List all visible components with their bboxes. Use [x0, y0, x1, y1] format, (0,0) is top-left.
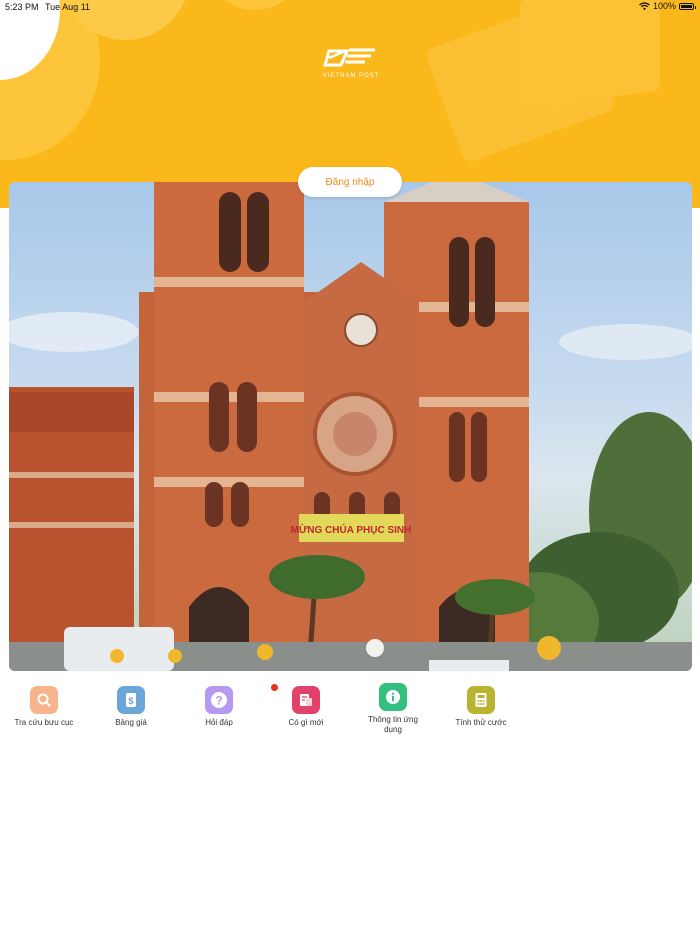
menu-item-co-gi-moi[interactable]: Có gì mới	[261, 684, 351, 728]
wifi-icon	[639, 2, 650, 10]
login-button[interactable]: Đăng nhập	[298, 167, 402, 197]
menu-label: Có gì mới	[288, 718, 324, 727]
status-right: 100%	[639, 1, 696, 11]
status-date: Tue Aug 11	[45, 2, 91, 12]
menu-label: Bảng giá	[115, 718, 147, 727]
parcel-box-illustration	[520, 0, 660, 110]
news-icon	[292, 686, 320, 714]
status-time: 5:23 PM	[5, 2, 39, 12]
church-sign-text: MỪNG CHÚA PHỤC SINH	[291, 523, 412, 536]
question-icon: ?	[205, 686, 233, 714]
logo-icon	[323, 48, 375, 67]
banner-image[interactable]: MỪNG CHÚA PHỤC SINH	[9, 182, 692, 671]
menu-label: Tính thử cước	[455, 718, 507, 727]
price-list-icon: $	[117, 686, 145, 714]
vietnam-post-logo: VIETNAM POST	[316, 45, 386, 83]
logo-text: VIETNAM POST	[322, 73, 380, 79]
search-location-icon	[30, 686, 58, 714]
menu-item-bang-gia[interactable]: $ Bảng giá	[86, 684, 176, 728]
menu-label: Tra cứu bưu cục	[14, 718, 74, 727]
svg-text:$: $	[128, 696, 133, 706]
menu-label: Hỏi đáp	[205, 718, 233, 727]
battery-icon	[679, 2, 696, 10]
calculator-icon	[467, 686, 495, 714]
status-bar: 5:23 PM Tue Aug 11 100%	[0, 0, 700, 14]
menu-item-tra-cuu-buu-cuc[interactable]: Tra cứu bưu cục	[0, 684, 89, 728]
info-icon	[379, 683, 407, 711]
svg-text:?: ?	[215, 694, 222, 708]
battery-percent: 100%	[652, 1, 676, 11]
quick-menu: Tra cứu bưu cục $ Bảng giá ? Hỏi đáp Có …	[0, 681, 700, 744]
menu-item-tinh-thu-cuoc[interactable]: Tính thử cước	[436, 684, 526, 728]
menu-label: Thông tin ứng dụng	[368, 715, 418, 734]
menu-item-hoi-dap[interactable]: ? Hỏi đáp	[174, 684, 264, 728]
menu-item-thong-tin-ung-dung[interactable]: Thông tin ứng dụng	[348, 681, 438, 735]
church-illustration: MỪNG CHÚA PHỤC SINH	[9, 182, 692, 671]
